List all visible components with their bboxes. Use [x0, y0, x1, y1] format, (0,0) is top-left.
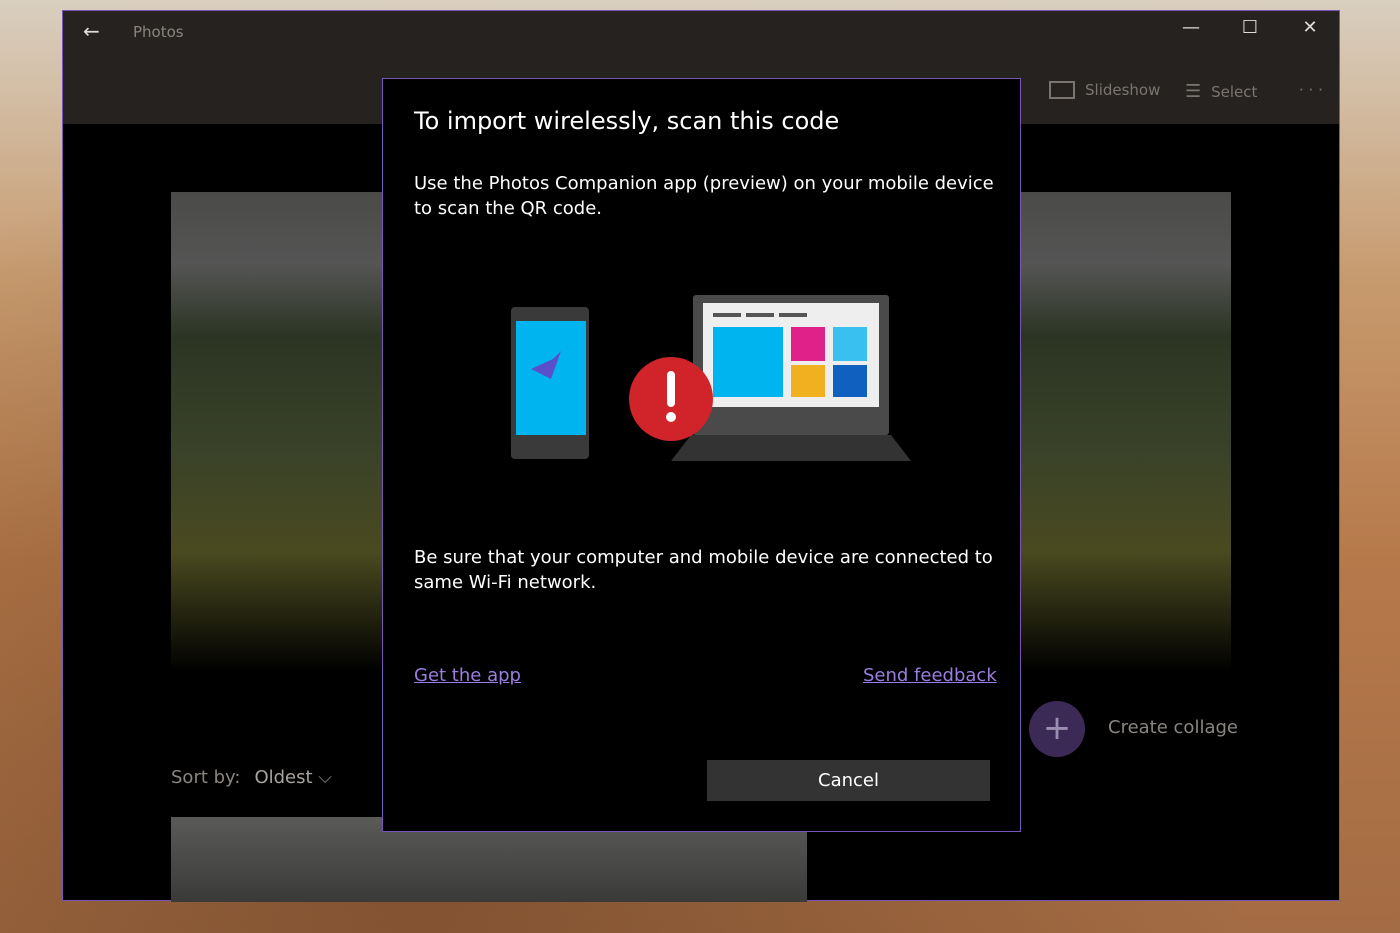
- plus-icon: +: [1042, 708, 1072, 748]
- checklist-icon: ☰: [1185, 81, 1202, 102]
- close-button[interactable]: ✕: [1290, 17, 1330, 38]
- slideshow-icon: [1049, 81, 1075, 99]
- cancel-button[interactable]: Cancel: [707, 760, 990, 801]
- photo-thumbnail[interactable]: [171, 192, 383, 672]
- illustration: [511, 295, 911, 461]
- back-button[interactable]: ←: [83, 19, 100, 43]
- create-collage-button[interactable]: +: [1029, 701, 1085, 757]
- more-button[interactable]: · · ·: [1299, 81, 1323, 99]
- minimize-button[interactable]: —: [1171, 17, 1211, 38]
- sort-dropdown[interactable]: Sort by: Oldest ⌵: [171, 767, 332, 788]
- maximize-button[interactable]: ☐: [1230, 17, 1270, 38]
- app-title: Photos: [133, 23, 184, 41]
- import-dialog: To import wirelessly, scan this code Use…: [382, 78, 1021, 832]
- send-feedback-link[interactable]: Send feedback: [863, 665, 997, 686]
- create-collage-label: Create collage: [1108, 717, 1238, 738]
- select-button[interactable]: ☰ Select: [1185, 81, 1257, 102]
- chevron-down-icon: ⌵: [318, 767, 332, 788]
- dialog-title: To import wirelessly, scan this code: [414, 107, 840, 135]
- photo-thumbnail[interactable]: [1021, 192, 1231, 672]
- slideshow-button[interactable]: Slideshow: [1049, 81, 1160, 99]
- instruction-text: Use the Photos Companion app (preview) o…: [414, 173, 994, 219]
- network-note: Be sure that your computer and mobile de…: [414, 547, 993, 593]
- get-app-link[interactable]: Get the app: [414, 665, 521, 686]
